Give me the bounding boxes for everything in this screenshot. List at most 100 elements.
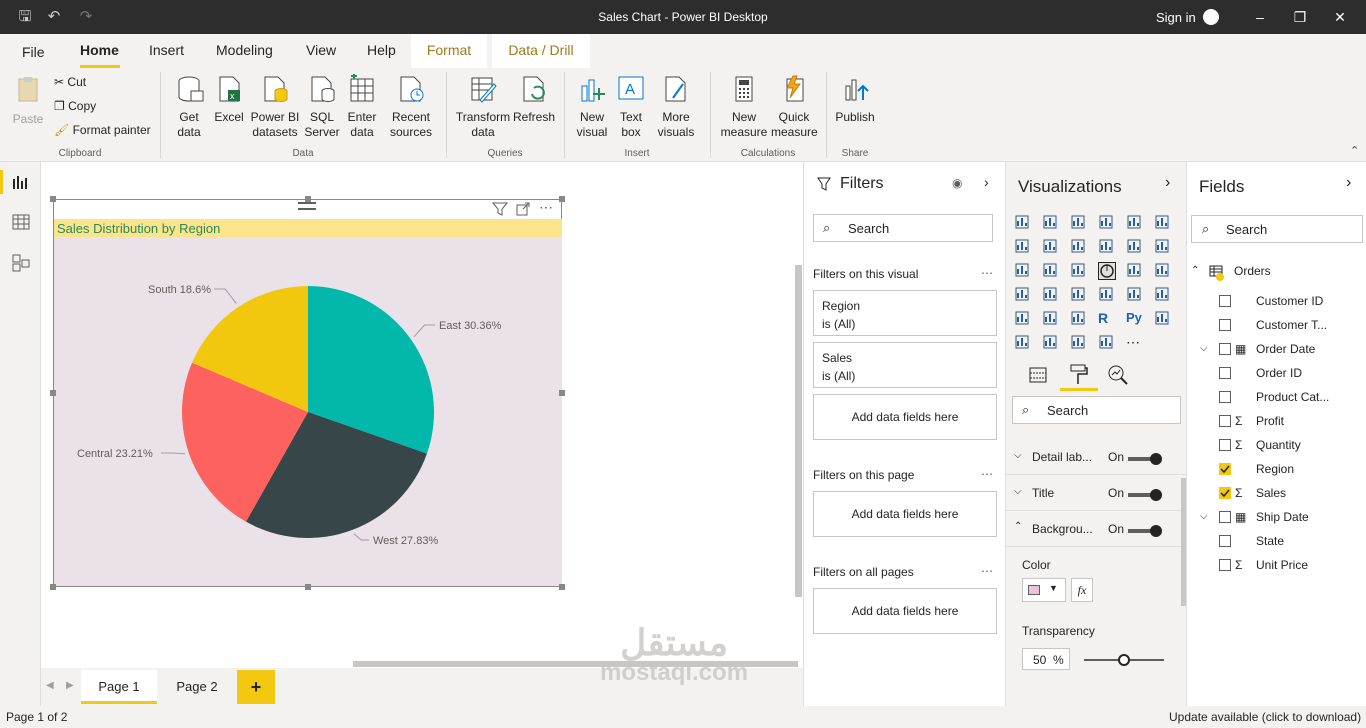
- tab-view[interactable]: View: [306, 42, 336, 58]
- setting-title[interactable]: ⌵ Title On: [1006, 475, 1187, 511]
- cut-button[interactable]: ✂ Cut: [54, 75, 86, 89]
- quick-measure-button[interactable]: Quick measure: [771, 74, 818, 140]
- add-fields-all-dropzone[interactable]: Add data fields here: [813, 588, 997, 634]
- field-item[interactable]: Σ Profit: [1187, 409, 1366, 433]
- focus-mode-icon[interactable]: [516, 202, 530, 216]
- paste-button[interactable]: Paste: [8, 74, 48, 127]
- chevron-down-icon[interactable]: ⌵: [1014, 450, 1022, 461]
- donut-icon[interactable]: [1126, 262, 1144, 280]
- table-icon[interactable]: [1042, 310, 1060, 328]
- more-options-icon[interactable]: ⋯: [981, 467, 993, 481]
- setting-background[interactable]: ⌃ Backgrou... On: [1006, 511, 1187, 547]
- field-checkbox[interactable]: [1219, 463, 1231, 475]
- tab-insert[interactable]: Insert: [149, 42, 184, 58]
- transform-data-button[interactable]: Transform data: [455, 74, 511, 140]
- gauge-icon[interactable]: [1070, 286, 1088, 304]
- qa-icon[interactable]: [1042, 334, 1060, 352]
- field-item[interactable]: Product Cat...: [1187, 385, 1366, 409]
- collapse-filters-icon[interactable]: ›: [984, 174, 989, 190]
- eye-icon[interactable]: ◉: [952, 176, 962, 190]
- field-item[interactable]: Σ Quantity: [1187, 433, 1366, 457]
- field-item[interactable]: Σ Sales: [1187, 481, 1366, 505]
- clustered-bar-icon[interactable]: [1070, 214, 1088, 232]
- toggle-switch[interactable]: [1128, 453, 1162, 465]
- more-options-icon[interactable]: ⋯: [539, 199, 554, 216]
- recent-sources-button[interactable]: Recent sources: [383, 74, 439, 140]
- field-checkbox[interactable]: [1219, 559, 1231, 571]
- field-checkbox[interactable]: [1219, 391, 1231, 403]
- more-options-icon[interactable]: ⋯: [981, 564, 993, 578]
- chevron-up-icon[interactable]: ⌃: [1014, 521, 1022, 532]
- paint-roller-icon[interactable]: [1068, 363, 1088, 385]
- collapse-visualizations-icon[interactable]: ›: [1165, 174, 1170, 192]
- sql-server-button[interactable]: SQL Server: [303, 74, 341, 140]
- stacked-column-icon[interactable]: [1042, 214, 1060, 232]
- waterfall-icon[interactable]: [1014, 262, 1032, 280]
- format-search-input[interactable]: Search: [1012, 396, 1181, 424]
- filled-map-icon[interactable]: [1042, 286, 1060, 304]
- data-view-icon[interactable]: [12, 214, 30, 230]
- resize-handle[interactable]: [50, 196, 56, 202]
- field-checkbox[interactable]: [1219, 319, 1231, 331]
- field-checkbox[interactable]: [1219, 367, 1231, 379]
- page-tab-2[interactable]: Page 2: [159, 670, 235, 704]
- model-view-icon[interactable]: [12, 254, 30, 272]
- filters-search-input[interactable]: Search: [813, 214, 993, 242]
- next-page-icon[interactable]: ▶: [66, 680, 74, 691]
- 100-column-icon[interactable]: [1154, 214, 1172, 232]
- field-item[interactable]: Σ Unit Price: [1187, 553, 1366, 577]
- excel-button[interactable]: x Excel: [212, 74, 246, 125]
- python-visual-icon[interactable]: Py: [1126, 310, 1144, 328]
- report-view-icon[interactable]: [12, 174, 30, 190]
- pie-icon[interactable]: [1098, 262, 1116, 280]
- new-visual-button[interactable]: New visual: [574, 74, 610, 140]
- line-column-icon[interactable]: [1098, 238, 1116, 256]
- treemap-icon[interactable]: [1154, 262, 1172, 280]
- kpi-icon[interactable]: [1154, 286, 1172, 304]
- field-item[interactable]: State: [1187, 529, 1366, 553]
- multi-row-card-icon[interactable]: [1126, 286, 1144, 304]
- clustered-column-icon[interactable]: [1098, 214, 1116, 232]
- format-painter-button[interactable]: 🖌 Format painter: [54, 123, 151, 137]
- scatter-icon[interactable]: [1070, 262, 1088, 280]
- field-item[interactable]: Region: [1187, 457, 1366, 481]
- fields-search-input[interactable]: Search: [1191, 215, 1363, 243]
- field-checkbox[interactable]: [1219, 343, 1231, 355]
- add-fields-visual-dropzone[interactable]: Add data fields here: [813, 394, 997, 440]
- smart-narrative-icon[interactable]: [1070, 334, 1088, 352]
- field-item[interactable]: ⌵ ▦ Order Date: [1187, 337, 1366, 361]
- line-clustered-icon[interactable]: [1126, 238, 1144, 256]
- slider-thumb[interactable]: [1118, 654, 1130, 666]
- enter-data-button[interactable]: Enter data: [343, 74, 381, 140]
- add-fields-page-dropzone[interactable]: Add data fields here: [813, 491, 997, 537]
- drag-handle-icon[interactable]: [298, 202, 316, 210]
- field-checkbox[interactable]: [1219, 415, 1231, 427]
- more-visuals-button[interactable]: More visuals: [651, 74, 701, 140]
- transparency-slider[interactable]: [1084, 654, 1164, 666]
- minimize-icon[interactable]: –: [1250, 8, 1270, 26]
- more-options-icon[interactable]: ⋯: [981, 266, 993, 280]
- field-checkbox[interactable]: [1219, 535, 1231, 547]
- stacked-area-icon[interactable]: [1070, 238, 1088, 256]
- line-icon[interactable]: [1014, 238, 1032, 256]
- collapse-ribbon-icon[interactable]: ⌃: [1350, 144, 1359, 157]
- tab-help[interactable]: Help: [367, 42, 396, 58]
- field-item[interactable]: Order ID: [1187, 361, 1366, 385]
- chevron-down-icon[interactable]: ⌵: [1200, 337, 1208, 361]
- map-icon[interactable]: [1014, 286, 1032, 304]
- power-apps-icon[interactable]: [1098, 334, 1116, 352]
- toggle-switch[interactable]: [1128, 489, 1162, 501]
- stacked-bar-icon[interactable]: [1014, 214, 1032, 232]
- refresh-button[interactable]: Refresh: [513, 74, 555, 125]
- toggle-switch[interactable]: [1128, 525, 1162, 537]
- area-icon[interactable]: [1042, 238, 1060, 256]
- canvas-vertical-scrollbar[interactable]: [795, 265, 802, 597]
- avatar[interactable]: [1203, 9, 1219, 25]
- ribbon-icon[interactable]: [1154, 238, 1172, 256]
- field-item[interactable]: Customer T...: [1187, 313, 1366, 337]
- chevron-down-icon[interactable]: ⌵: [1014, 486, 1022, 497]
- 100-bar-icon[interactable]: [1126, 214, 1144, 232]
- field-checkbox[interactable]: [1219, 439, 1231, 451]
- resize-handle[interactable]: [559, 196, 565, 202]
- close-icon[interactable]: ✕: [1330, 8, 1350, 26]
